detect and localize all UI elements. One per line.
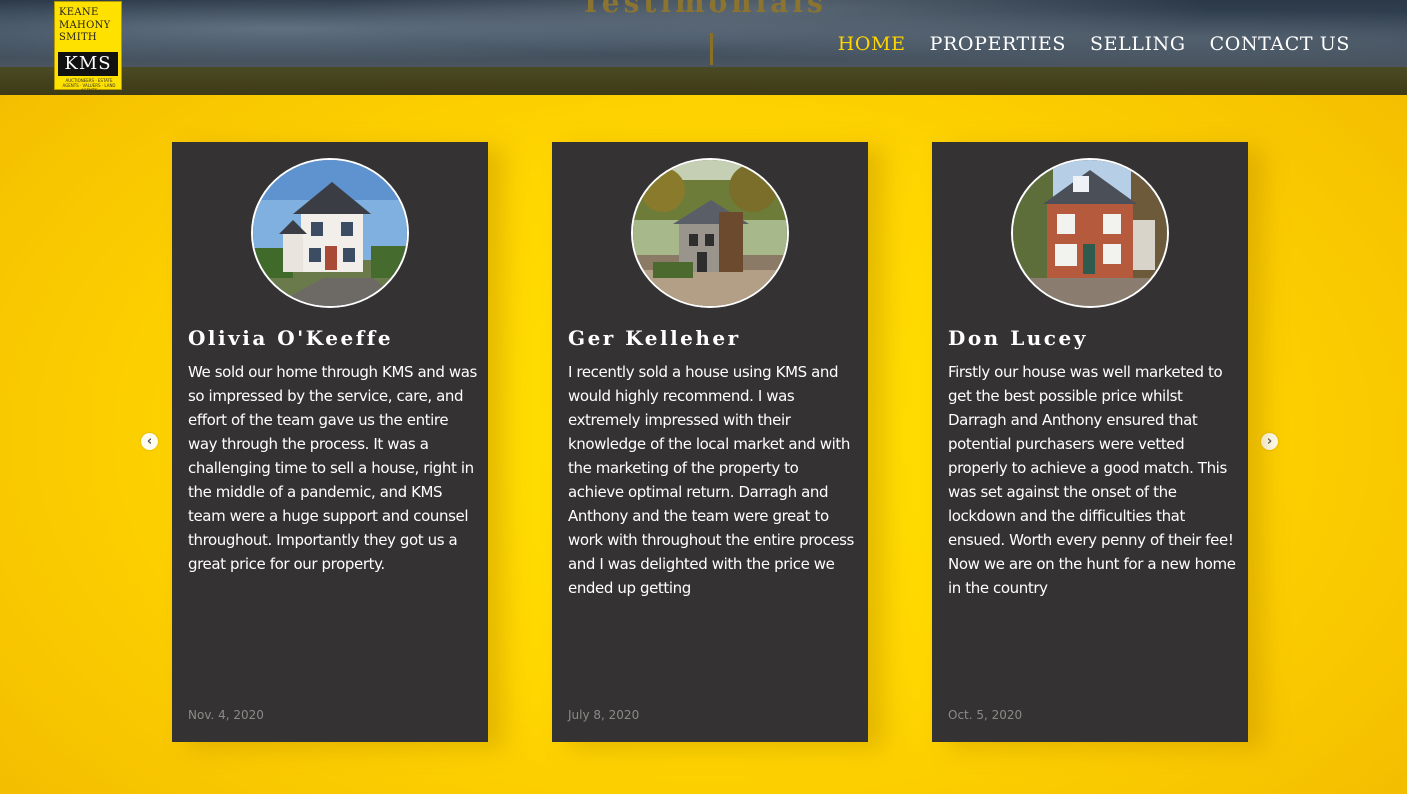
site-header: Testimonials KEANE MAHONY SMITH KMS AUCT… [0,0,1407,95]
chevron-left-icon: ‹ [146,434,153,449]
logo-mark: KMS [58,52,118,76]
testimonial-text: We sold our home through KMS and was so … [188,363,477,573]
testimonial-text: Firstly our house was well marketed to g… [948,363,1236,597]
logo-line-3: SMITH [59,32,97,43]
carousel-next-button[interactable]: › [1261,433,1278,450]
testimonial-author: Don Lucey [948,326,1088,350]
property-photo [251,158,409,308]
nav-selling[interactable]: SELLING [1090,33,1186,55]
hero-title: Testimonials [580,0,827,19]
testimonial-date: Oct. 5, 2020 [948,708,1023,722]
testimonial-author: Ger Kelleher [568,326,741,350]
logo-text: KEANE MAHONY SMITH [59,7,111,45]
nav-home[interactable]: HOME [838,33,906,55]
testimonial-date: July 8, 2020 [568,708,640,722]
logo-tagline: AUCTIONEERS · ESTATE AGENTS · VALUERS · … [62,78,116,93]
testimonial-card: Olivia O'Keeffe We sold our home through… [172,142,488,742]
testimonial-text: I recently sold a house using KMS and wo… [568,363,854,597]
logo-line-1: KEANE [59,7,99,18]
site-logo[interactable]: KEANE MAHONY SMITH KMS AUCTIONEERS · EST… [54,1,122,93]
property-photo [1011,158,1169,308]
chevron-right-icon: › [1266,434,1273,449]
main-nav: HOME PROPERTIES SELLING CONTACT US [838,33,1350,55]
carousel-prev-button[interactable]: ‹ [141,433,158,450]
nav-contact-us[interactable]: CONTACT US [1210,33,1350,55]
testimonial-card: Don Lucey Firstly our house was well mar… [932,142,1248,742]
property-photo [631,158,789,308]
hero-divider [710,33,713,65]
header-strip [0,67,1407,95]
logo-line-2: MAHONY [59,19,111,31]
testimonial-author: Olivia O'Keeffe [188,326,394,350]
nav-properties[interactable]: PROPERTIES [930,33,1066,55]
testimonial-date: Nov. 4, 2020 [188,708,264,722]
testimonial-card: Ger Kelleher I recently sold a house usi… [552,142,868,742]
